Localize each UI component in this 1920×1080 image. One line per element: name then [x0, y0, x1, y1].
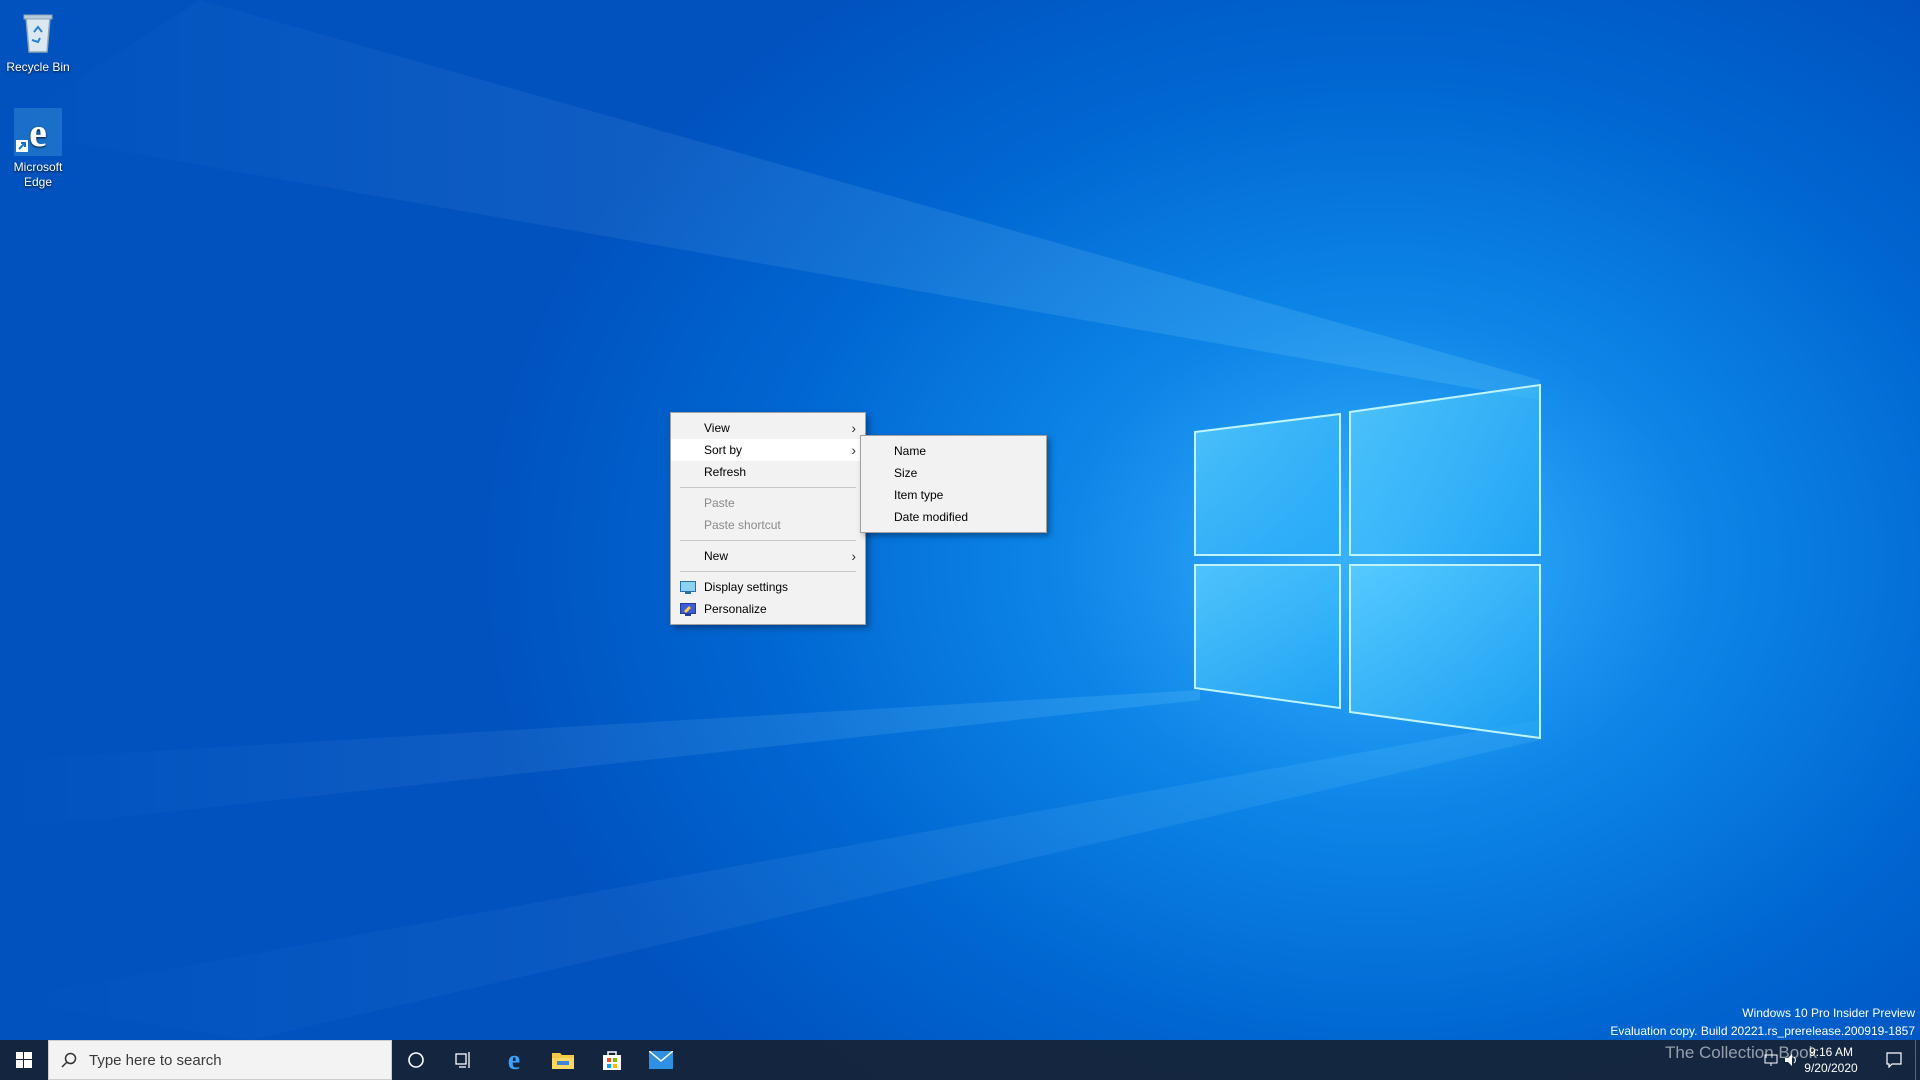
cortana-button[interactable] [392, 1040, 440, 1080]
windows-start-icon [16, 1052, 32, 1068]
menu-item-display-settings[interactable]: Display settings [671, 576, 865, 598]
show-desktop-button[interactable] [1915, 1040, 1920, 1080]
desktop-icon-label: Microsoft Edge [13, 160, 63, 189]
display-icon [680, 580, 696, 594]
chevron-right-icon: › [851, 442, 856, 458]
taskbar-search-box[interactable]: Type here to search [48, 1040, 392, 1080]
desktop-icon-label: Recycle Bin [6, 60, 70, 74]
start-button[interactable] [0, 1040, 48, 1080]
menu-item-personalize[interactable]: Personalize [671, 598, 865, 620]
file-explorer-icon [552, 1053, 574, 1069]
build-watermark: Windows 10 Pro Insider Preview Evaluatio… [1610, 1006, 1915, 1038]
taskbar-edge-button[interactable]: e [490, 1040, 538, 1080]
taskbar: Type here to search e The Collection Boo… [0, 1040, 1920, 1080]
menu-separator [680, 487, 856, 488]
system-tray: The Collection Book 9:16 AM 9/20/2020 [1660, 1040, 1920, 1080]
sort-item-date-modified[interactable]: Date modified [861, 506, 1046, 528]
sort-item-name[interactable]: Name [861, 440, 1046, 462]
taskbar-file-explorer-button[interactable] [539, 1040, 587, 1080]
search-icon [61, 1052, 77, 1068]
store-icon [603, 1051, 621, 1070]
menu-item-paste[interactable]: Paste [671, 492, 865, 514]
sort-by-submenu: Name Size Item type Date modified [860, 435, 1047, 533]
task-view-icon [455, 1052, 470, 1068]
desktop-icon-microsoft-edge[interactable]: e Microsoft Edge [0, 108, 76, 190]
mail-icon [649, 1051, 673, 1069]
cortana-icon [408, 1052, 424, 1068]
chevron-right-icon: › [851, 420, 856, 436]
network-icon[interactable] [1764, 1053, 1778, 1067]
task-view-button[interactable] [440, 1040, 488, 1080]
svg-text:e: e [29, 110, 47, 155]
sort-item-size[interactable]: Size [861, 462, 1046, 484]
desktop-context-menu: View › Sort by › Refresh Paste Paste sho… [670, 412, 866, 625]
menu-item-refresh[interactable]: Refresh [671, 461, 865, 483]
windows-logo [1194, 383, 1541, 740]
notification-center-icon[interactable] [1886, 1052, 1902, 1068]
menu-item-view[interactable]: View › [671, 417, 865, 439]
chevron-right-icon: › [851, 548, 856, 564]
desktop-icon-recycle-bin[interactable]: Recycle Bin [0, 8, 76, 75]
recycle-bin-icon [14, 8, 62, 56]
menu-item-sort-by[interactable]: Sort by › [671, 439, 865, 461]
sort-item-item-type[interactable]: Item type [861, 484, 1046, 506]
taskbar-clock[interactable]: 9:16 AM 9/20/2020 [1796, 1044, 1866, 1076]
edge-icon: e [508, 1047, 520, 1073]
edge-icon: e [14, 108, 62, 156]
svg-text:e: e [508, 1047, 520, 1073]
menu-separator [680, 540, 856, 541]
menu-item-paste-shortcut[interactable]: Paste shortcut [671, 514, 865, 536]
menu-separator [680, 571, 856, 572]
taskbar-mail-button[interactable] [637, 1040, 685, 1080]
personalize-icon [680, 602, 696, 616]
menu-item-new[interactable]: New › [671, 545, 865, 567]
taskbar-store-button[interactable] [588, 1040, 636, 1080]
